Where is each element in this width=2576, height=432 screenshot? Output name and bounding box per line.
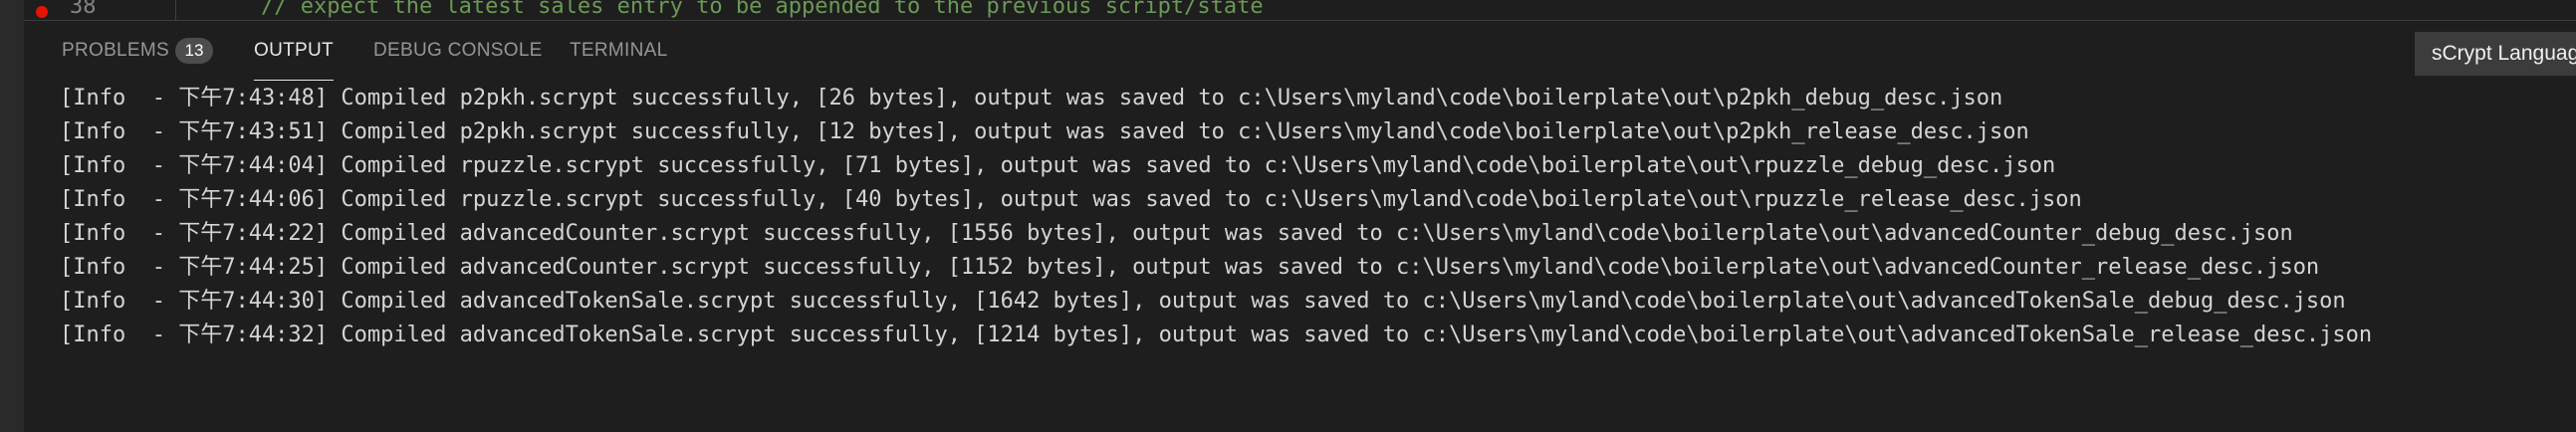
tab-problems[interactable]: PROBLEMS	[62, 21, 169, 81]
editor-peek: 38 // expect the latest sales entry to b…	[24, 0, 2576, 20]
active-tab-indicator	[254, 80, 334, 81]
log-line: [Info - 下午7:44:06] Compiled rpuzzle.scry…	[60, 187, 2082, 212]
tab-output-label: OUTPUT	[254, 40, 334, 61]
line-number: 38	[70, 0, 97, 19]
tab-debug-console-label: DEBUG CONSOLE	[373, 40, 543, 61]
panel-tabs: PROBLEMS 13 OUTPUT DEBUG CONSOLE TERMINA…	[24, 21, 2576, 81]
output-channel-select[interactable]: sCrypt Language	[2415, 32, 2576, 76]
log-line: [Info - 下午7:44:32] Compiled advancedToke…	[60, 323, 2373, 347]
tab-terminal-label: TERMINAL	[570, 40, 668, 61]
tab-debug-console[interactable]: DEBUG CONSOLE	[373, 21, 543, 81]
activity-bar-edge	[0, 0, 24, 432]
output-log[interactable]: [Info - 下午7:43:48] Compiled p2pkh.scrypt…	[24, 82, 2576, 432]
indent-guide	[175, 0, 176, 20]
tab-terminal[interactable]: TERMINAL	[570, 21, 667, 81]
breakpoint-icon[interactable]	[36, 6, 48, 18]
log-line: [Info - 下午7:44:25] Compiled advancedCoun…	[60, 255, 2320, 280]
log-line: [Info - 下午7:44:30] Compiled advancedToke…	[60, 289, 2346, 314]
log-line: [Info - 下午7:43:48] Compiled p2pkh.scrypt…	[60, 86, 2003, 110]
log-line: [Info - 下午7:43:51] Compiled p2pkh.scrypt…	[60, 119, 2029, 144]
tab-problems-label: PROBLEMS	[62, 40, 169, 61]
code-comment: // expect the latest sales entry to be a…	[261, 0, 1264, 19]
output-channel-value: sCrypt Language	[2432, 42, 2576, 65]
log-line: [Info - 下午7:44:04] Compiled rpuzzle.scry…	[60, 153, 2056, 178]
problems-count-badge: 13	[175, 38, 213, 64]
log-line: [Info - 下午7:44:22] Compiled advancedCoun…	[60, 221, 2293, 246]
tab-output[interactable]: OUTPUT	[254, 21, 334, 81]
vscode-panel-window: 38 // expect the latest sales entry to b…	[0, 0, 2576, 432]
